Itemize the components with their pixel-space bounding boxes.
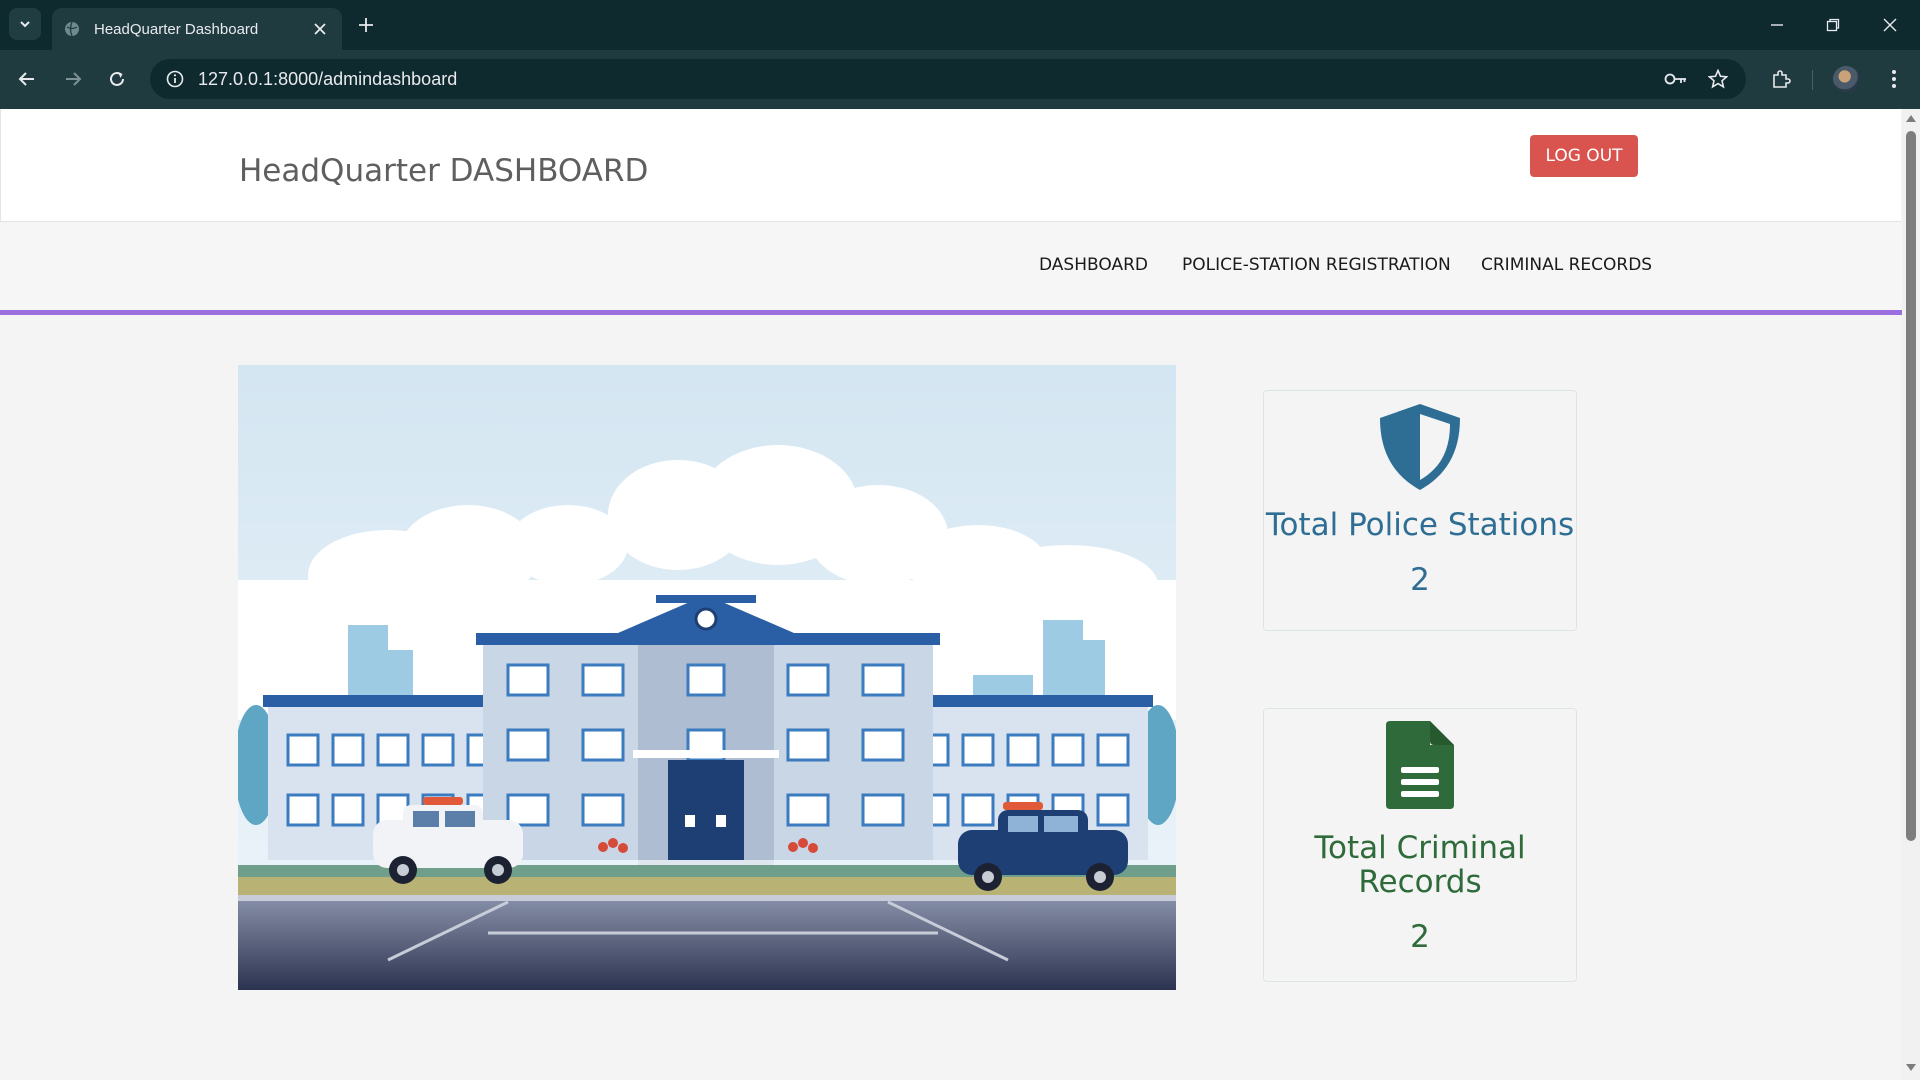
url-text[interactable]: 127.0.0.1:8000/admindashboard <box>198 69 1662 90</box>
address-bar[interactable]: 127.0.0.1:8000/admindashboard <box>150 59 1746 99</box>
browser-menu-button[interactable] <box>1879 64 1909 94</box>
document-icon <box>1264 721 1576 809</box>
criminal-records-card[interactable]: Total Criminal Records 2 <box>1263 708 1577 982</box>
logout-button[interactable]: LOG OUT <box>1530 135 1638 177</box>
browser-tab-strip: HeadQuarter Dashboard <box>0 0 1920 50</box>
restore-button[interactable] <box>1820 12 1846 38</box>
site-header: HeadQuarter DASHBOARD LOG OUT <box>0 109 1901 222</box>
puzzle-icon <box>1773 70 1791 88</box>
close-tab-icon[interactable] <box>310 19 330 39</box>
back-button[interactable] <box>14 66 40 92</box>
scroll-up-icon[interactable] <box>1906 113 1916 123</box>
scroll-down-icon[interactable] <box>1906 1063 1916 1073</box>
minimize-button[interactable] <box>1764 12 1790 38</box>
reload-icon <box>110 71 124 86</box>
browser-toolbar: 127.0.0.1:8000/admindashboard <box>0 50 1920 109</box>
police-station-illustration <box>238 365 1176 990</box>
shield-icon <box>1264 402 1576 492</box>
new-tab-button[interactable] <box>354 13 378 37</box>
police-stations-count: 2 <box>1410 562 1430 598</box>
nav-dashboard[interactable]: DASHBOARD <box>1039 255 1148 275</box>
more-vertical-icon <box>1892 70 1896 88</box>
scrollbar-thumb[interactable] <box>1906 131 1916 841</box>
criminal-records-count: 2 <box>1410 919 1430 955</box>
tab-title: HeadQuarter Dashboard <box>94 20 259 38</box>
globe-icon <box>64 21 80 37</box>
close-icon <box>1883 18 1897 32</box>
plus-icon <box>359 18 373 32</box>
extensions-button[interactable] <box>1766 64 1796 94</box>
minimize-icon <box>1771 24 1783 26</box>
reload-button[interactable] <box>104 66 130 92</box>
arrow-left-icon <box>18 72 34 86</box>
arrow-right-icon <box>66 72 82 86</box>
nav-criminal-records[interactable]: CRIMINAL RECORDS <box>1481 255 1652 275</box>
chevron-down-icon <box>20 21 30 28</box>
restore-icon <box>1826 18 1840 32</box>
forward-button[interactable] <box>60 66 86 92</box>
bookmark-star-icon[interactable] <box>1704 65 1732 93</box>
page-scrollbar[interactable] <box>1902 109 1920 1080</box>
toolbar-divider <box>1812 70 1813 90</box>
police-stations-card[interactable]: Total Police Stations 2 <box>1263 390 1577 631</box>
profile-avatar[interactable] <box>1833 66 1859 92</box>
close-window-button[interactable] <box>1877 12 1903 38</box>
criminal-records-label: Total Criminal Records <box>1314 830 1526 900</box>
main-nav: DASHBOARD POLICE-STATION REGISTRATION CR… <box>0 222 1902 315</box>
page-title: HeadQuarter DASHBOARD <box>239 153 649 189</box>
page-viewport: HeadQuarter DASHBOARD LOG OUT DASHBOARD … <box>0 109 1902 1080</box>
tab-search-button[interactable] <box>9 8 41 40</box>
police-stations-label: Total Police Stations <box>1265 507 1575 543</box>
nav-police-station-registration[interactable]: POLICE-STATION REGISTRATION <box>1182 255 1451 275</box>
site-info-icon[interactable] <box>164 68 186 90</box>
browser-tab-active[interactable]: HeadQuarter Dashboard <box>52 8 342 50</box>
password-key-icon[interactable] <box>1662 65 1690 93</box>
